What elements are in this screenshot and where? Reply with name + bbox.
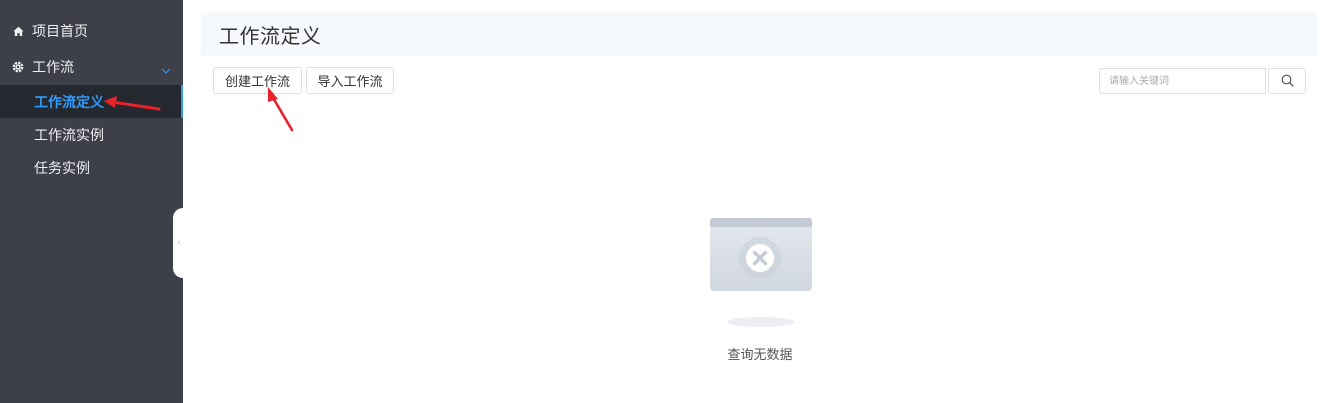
search-icon: [1281, 72, 1294, 91]
sidebar-item-task-instance[interactable]: 任务实例: [0, 151, 183, 184]
page-title: 工作流定义: [219, 23, 322, 48]
empty-shadow: [727, 317, 795, 327]
search-input[interactable]: [1099, 68, 1266, 94]
sidebar-item-label: 任务实例: [34, 160, 90, 177]
home-icon: [12, 25, 24, 37]
sidebar-item-home[interactable]: 项目首页: [0, 14, 183, 48]
chevron-down-icon: [161, 63, 171, 74]
sidebar-item-label: 工作流实例: [34, 127, 104, 144]
sidebar-item-workflow[interactable]: 工作流: [0, 50, 183, 84]
search-button[interactable]: [1268, 68, 1306, 94]
sidebar-item-label: 项目首页: [32, 24, 88, 40]
sidebar-item-workflow-instance[interactable]: 工作流实例: [0, 118, 183, 151]
sidebar-collapse-toggle[interactable]: ‹: [173, 208, 185, 278]
page-header: 工作流定义: [201, 12, 1317, 56]
sidebar-item-label: 工作流定义: [34, 94, 104, 111]
annotation-arrows: [104, 87, 294, 132]
empty-state-text: 查询无数据: [727, 348, 793, 363]
chevron-left-icon: ‹: [177, 238, 181, 248]
sidebar: 项目首页 工作流 工作流定义 工作流实例 任务实例: [0, 0, 183, 403]
create-workflow-button[interactable]: 创建工作流: [213, 67, 302, 94]
sidebar-item-label: 工作流: [32, 60, 74, 76]
sidebar-item-workflow-definition[interactable]: 工作流定义: [0, 85, 183, 118]
gear-icon: [12, 61, 24, 73]
empty-box-icon: [709, 216, 813, 294]
import-workflow-button[interactable]: 导入工作流: [306, 67, 394, 94]
